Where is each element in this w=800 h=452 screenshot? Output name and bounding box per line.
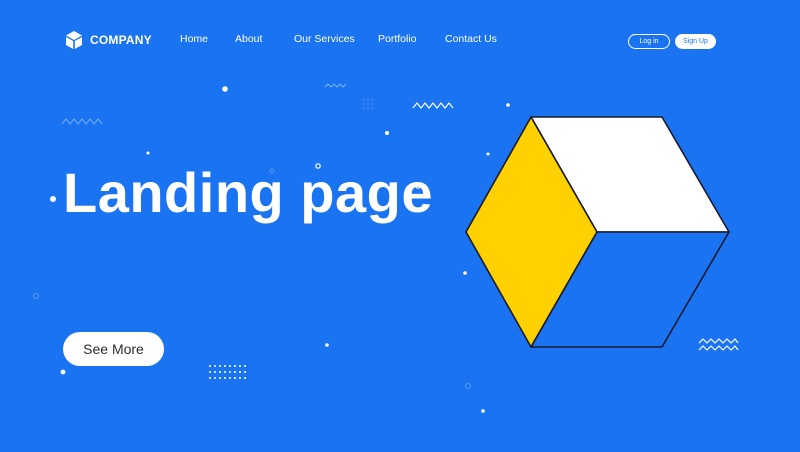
brand-logo[interactable]: COMPANY [64, 30, 152, 50]
see-more-button[interactable]: See More [63, 332, 164, 366]
login-button[interactable]: Log in [628, 34, 670, 49]
signup-button[interactable]: Sign Up [675, 34, 716, 49]
nav-item-home[interactable]: Home [180, 33, 208, 45]
cube-icon [64, 30, 84, 50]
nav-item-portfolio[interactable]: Portfolio [378, 33, 417, 45]
nav-item-about[interactable]: About [235, 33, 262, 45]
top-navigation: COMPANY Home About Our Services Portfoli… [0, 0, 800, 80]
hero-title: Landing page [63, 161, 433, 224]
brand-name: COMPANY [90, 33, 152, 47]
nav-item-our-services[interactable]: Our Services [294, 33, 355, 45]
nav-item-contact-us[interactable]: Contact Us [445, 33, 497, 45]
